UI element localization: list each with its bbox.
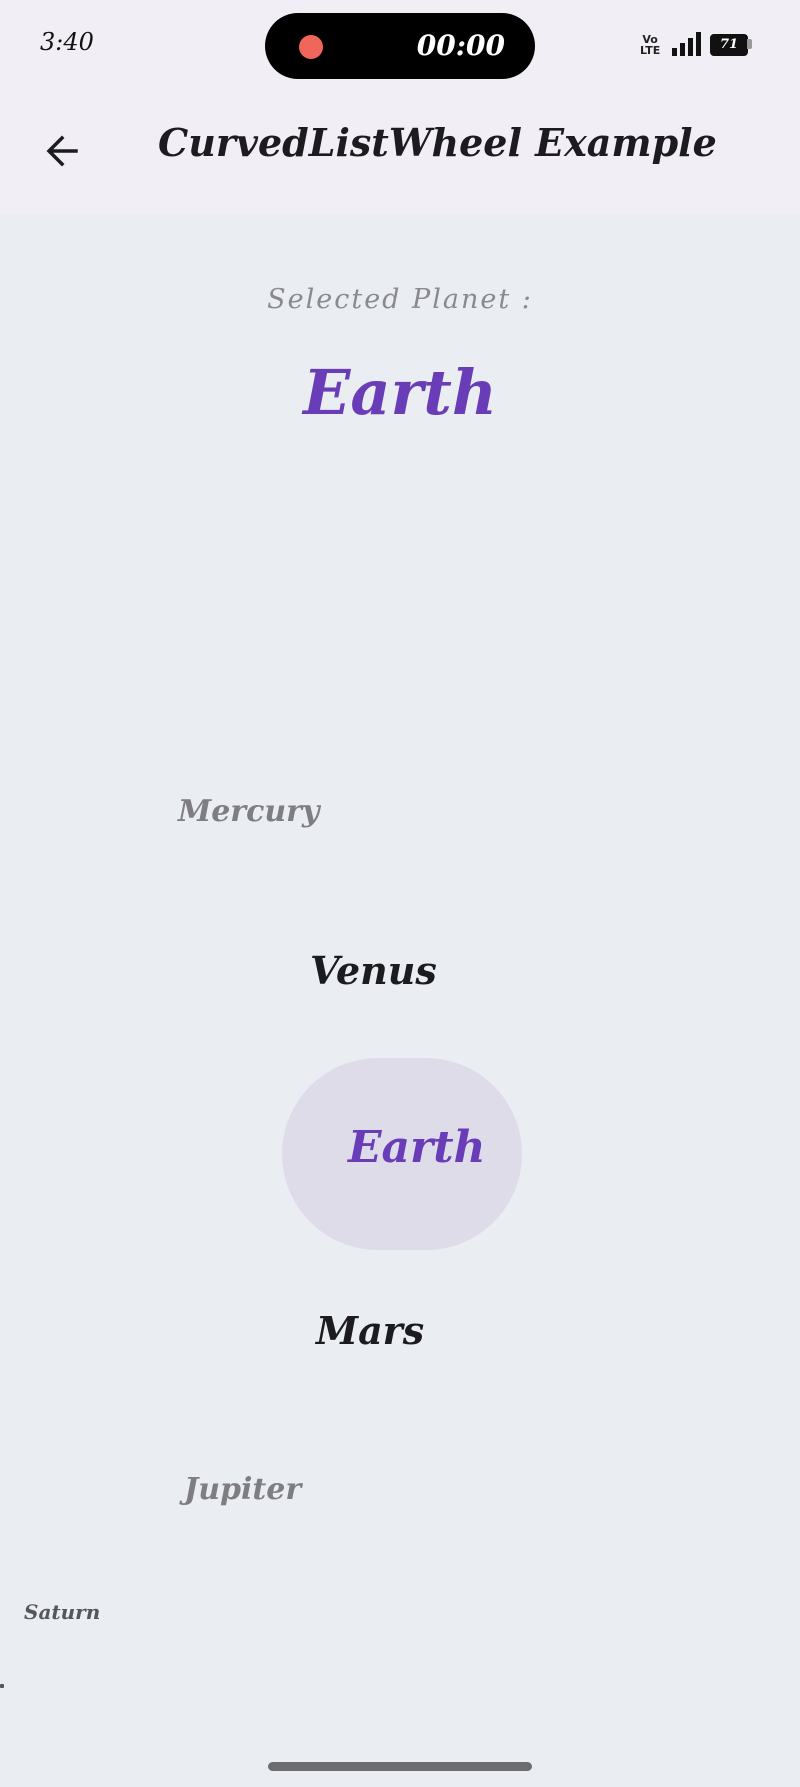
wheel-item-saturn[interactable]: Saturn [24, 1600, 100, 1624]
battery-cap [747, 39, 752, 49]
volte-label: Vo LTE [640, 33, 661, 57]
wheel-item-offscreen [0, 1684, 4, 1688]
status-time: 3:40 [40, 28, 94, 56]
battery-level: 71 [719, 37, 739, 52]
wheel-item-venus[interactable]: Venus [310, 948, 437, 993]
wheel-item-jupiter[interactable]: Jupiter [184, 1472, 301, 1507]
arrow-left-icon [46, 135, 78, 167]
signal-icon [672, 32, 701, 56]
battery-body: 71 [710, 34, 748, 56]
planet-wheel[interactable]: Mercury Venus Earth Mars Jupiter Saturn [0, 740, 800, 1720]
screen-recorder-pill[interactable]: 00:00 [265, 13, 535, 79]
selected-planet-label: Selected Planet : [267, 284, 533, 315]
wheel-item-mars[interactable]: Mars [316, 1308, 424, 1353]
wheel-item-mercury[interactable]: Mercury [178, 794, 319, 829]
home-indicator[interactable] [268, 1762, 532, 1771]
back-button[interactable] [30, 119, 94, 183]
recording-timer: 00:00 [416, 29, 505, 62]
app-bar: CurvedListWheel Example [0, 96, 800, 214]
battery-icon: 71 [710, 34, 752, 56]
recording-dot-icon [299, 35, 323, 59]
wheel-item-earth[interactable]: Earth [348, 1122, 486, 1173]
selected-planet-value: Earth [303, 356, 497, 429]
page-title: CurvedListWheel Example [158, 120, 717, 165]
status-bar: 3:40 00:00 Vo LTE 71 [0, 0, 800, 96]
